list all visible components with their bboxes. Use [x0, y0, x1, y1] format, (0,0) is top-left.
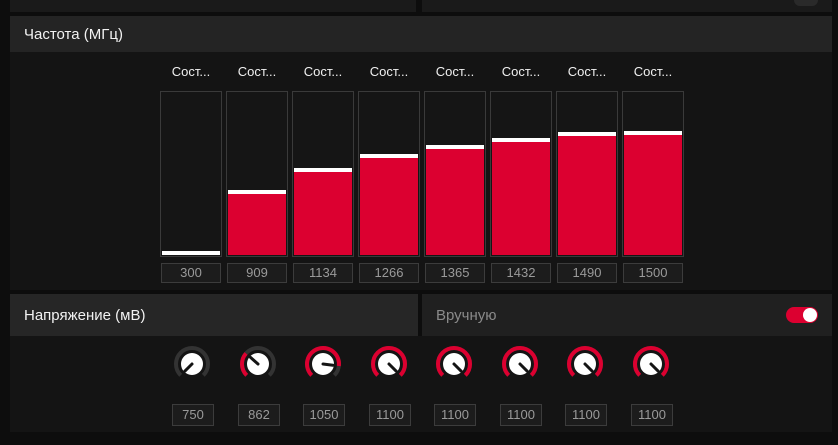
voltage-panel: 750 862 1050 1100 1100 1100 1100 1100 [10, 336, 832, 432]
top-toggle-edge [794, 0, 818, 6]
voltage-title-cell: Напряжение (мВ) [10, 294, 418, 336]
top-panel-right [422, 0, 832, 12]
voltage-knob[interactable] [369, 344, 409, 384]
voltage-knob[interactable] [238, 344, 278, 384]
frequency-title: Частота (МГц) [24, 25, 123, 43]
frequency-slider[interactable] [622, 91, 684, 257]
voltage-value-field[interactable]: 1100 [434, 404, 476, 426]
frequency-panel: Частота (МГц) Сост... 300 Сост... 909 Сост..… [10, 16, 832, 290]
slider-handle[interactable] [228, 190, 286, 194]
slider-handle[interactable] [426, 145, 484, 149]
frequency-header: Частота (МГц) [10, 16, 832, 52]
manual-mode-label: Вручную [436, 306, 497, 324]
voltage-title: Напряжение (мВ) [24, 306, 146, 324]
voltage-value-field[interactable]: 750 [172, 404, 214, 426]
voltage-value-field[interactable]: 862 [238, 404, 280, 426]
frequency-value-field[interactable]: 1490 [557, 263, 617, 283]
voltage-state-2: 862 [236, 344, 280, 426]
frequency-slider[interactable] [292, 91, 354, 257]
slider-handle[interactable] [492, 138, 550, 142]
slider-fill [360, 158, 418, 255]
state-label: Сост... [567, 64, 607, 79]
frequency-slider[interactable] [160, 91, 222, 257]
slider-fill [426, 149, 484, 255]
voltage-state-8: 1100 [629, 344, 673, 426]
state-label: Сост... [369, 64, 409, 79]
knob-pointer [321, 362, 335, 367]
slider-handle[interactable] [624, 131, 682, 135]
voltage-knob[interactable] [631, 344, 671, 384]
voltage-knob[interactable] [500, 344, 540, 384]
voltage-state-1: 750 [170, 344, 214, 426]
voltage-state-6: 1100 [498, 344, 542, 426]
frequency-value-field[interactable]: 1365 [425, 263, 485, 283]
voltage-knob[interactable] [172, 344, 212, 384]
state-label: Сост... [171, 64, 211, 79]
top-panel-left [10, 0, 416, 12]
state-label: Сост... [237, 64, 277, 79]
manual-mode-toggle[interactable] [786, 307, 818, 323]
top-panel-edge [10, 0, 832, 12]
frequency-slider[interactable] [490, 91, 552, 257]
voltage-knob[interactable] [565, 344, 605, 384]
slider-fill [228, 194, 286, 255]
voltage-value-field[interactable]: 1050 [303, 404, 345, 426]
voltage-state-3: 1050 [301, 344, 345, 426]
frequency-value-field[interactable]: 909 [227, 263, 287, 283]
state-label: Сост... [303, 64, 343, 79]
frequency-value-field[interactable]: 1134 [293, 263, 353, 283]
voltage-header: Напряжение (мВ) Вручную [10, 294, 832, 336]
slider-handle[interactable] [360, 154, 418, 158]
slider-handle[interactable] [558, 132, 616, 136]
manual-mode-cell: Вручную [422, 294, 832, 336]
state-label: Сост... [501, 64, 541, 79]
state-label: Сост... [633, 64, 673, 79]
voltage-state-5: 1100 [432, 344, 476, 426]
slider-handle[interactable] [162, 251, 220, 255]
toggle-knob [803, 308, 817, 322]
voltage-knob[interactable] [434, 344, 474, 384]
voltage-value-field[interactable]: 1100 [565, 404, 607, 426]
frequency-slider[interactable] [358, 91, 420, 257]
voltage-value-field[interactable]: 1100 [500, 404, 542, 426]
voltage-knob[interactable] [303, 344, 343, 384]
slider-fill [294, 172, 352, 255]
frequency-value-field[interactable]: 1432 [491, 263, 551, 283]
voltage-state-4: 1100 [367, 344, 411, 426]
voltage-value-field[interactable]: 1100 [369, 404, 411, 426]
frequency-slider[interactable] [226, 91, 288, 257]
slider-fill [492, 142, 550, 255]
knob-progress [240, 352, 249, 377]
slider-handle[interactable] [294, 168, 352, 172]
slider-fill [558, 136, 616, 255]
voltage-state-7: 1100 [563, 344, 607, 426]
slider-fill [624, 135, 682, 255]
voltage-value-field[interactable]: 1100 [631, 404, 673, 426]
frequency-value-field[interactable]: 1500 [623, 263, 683, 283]
frequency-slider[interactable] [424, 91, 486, 257]
frequency-value-field[interactable]: 300 [161, 263, 221, 283]
frequency-slider[interactable] [556, 91, 618, 257]
frequency-value-field[interactable]: 1266 [359, 263, 419, 283]
state-label: Сост... [435, 64, 475, 79]
